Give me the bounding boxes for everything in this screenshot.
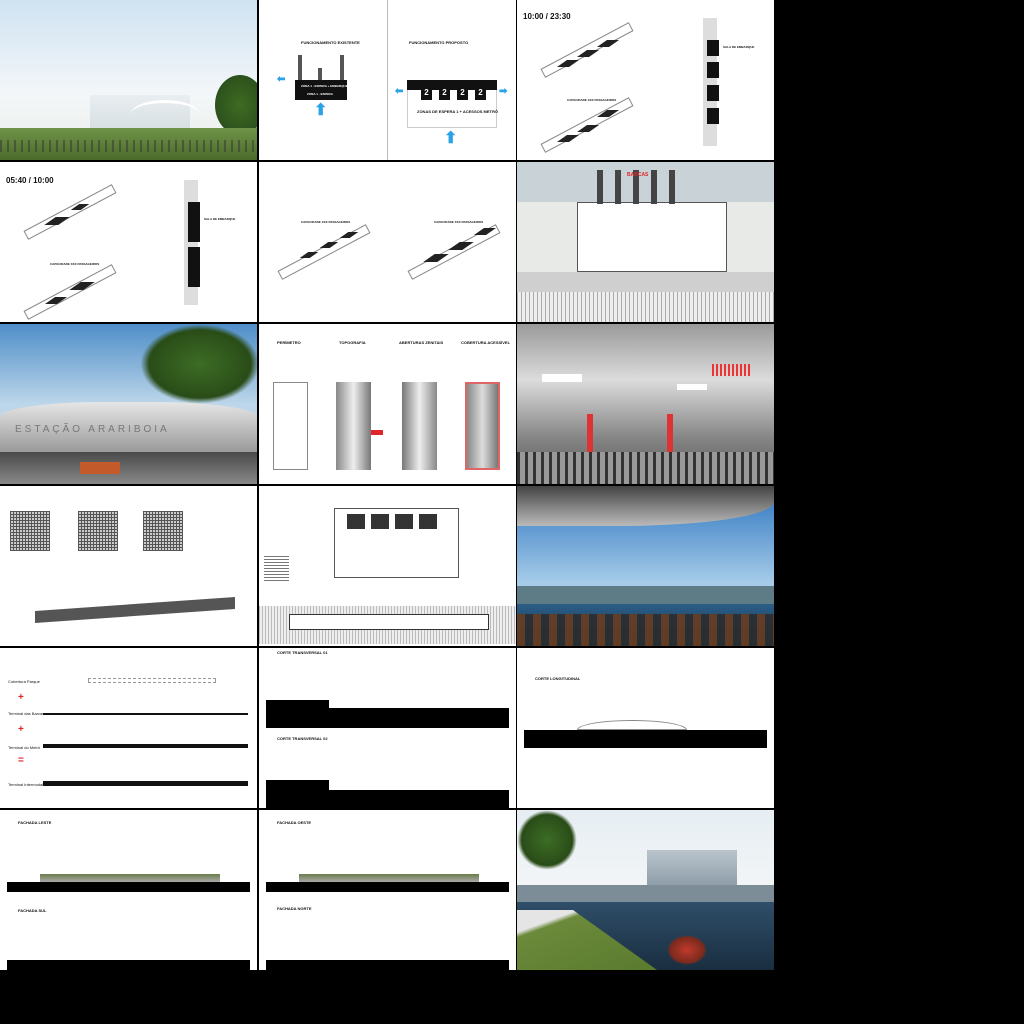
longitudinal-section[interactable]: CORTE LONGITUDINAL [517, 648, 774, 808]
render-interior[interactable] [517, 324, 774, 484]
zone-existing-2: ZONA 1 · ESPERA [307, 92, 333, 96]
render-waterfront-cafe[interactable] [517, 486, 774, 646]
entry-arrow-icon: ⬆ [314, 102, 328, 119]
detail-drawings[interactable] [0, 486, 257, 646]
floor-plan[interactable] [259, 486, 516, 646]
section-title: CORTE LONGITUDINAL [535, 676, 581, 681]
capacity-label: CAPACIDADE XXX PASSAGEIROS [301, 220, 351, 224]
layer-label: Terminal Intermodal [8, 782, 44, 787]
schedule-time: 05:40 / 10:00 [6, 176, 54, 185]
zone-2-d: 2 [475, 88, 486, 100]
concept-title: ABERTURAS ZENITAIS [399, 340, 444, 345]
layer-label: Cobertura Parque [8, 679, 40, 684]
layer-label: Terminal do Metrô [8, 745, 41, 750]
section-title: CORTE TRANSVERSAL 01 [277, 650, 328, 655]
elevation-title: FACHADA LESTE [18, 820, 52, 825]
station-sign: ESTAÇÃO ARARIBOIA [15, 424, 170, 435]
diagram-capacity[interactable]: CAPACIDADE XXX PASSAGEIROS CAPACIDADE XX… [259, 162, 516, 322]
zone-existing: ZONA 1 · ESPERA + EMBARQUE [301, 84, 348, 88]
capacity-label: CAPACIDADE XXX PASSAGEIROS [434, 220, 484, 224]
zone-2-c: 2 [457, 88, 468, 100]
label-existing: FUNCIONAMENTO EXISTENTE [301, 40, 360, 45]
concept-diagrams[interactable]: PERÍMETRO TOPOGRAFIA ABERTURAS ZENITAIS … [259, 324, 516, 484]
render-park-aerial[interactable] [0, 0, 257, 160]
elevations-east-south[interactable]: FACHADA LESTE FACHADA SUL [0, 810, 257, 970]
capacity-label: CAPACIDADE XXX PASSAGEIROS [567, 98, 617, 102]
exit-left-icon: ⬅ [395, 86, 404, 97]
equals-sign: = [18, 755, 24, 766]
diagram-flow[interactable]: FUNCIONAMENTO EXISTENTE ZONA 1 · ESPERA … [259, 0, 516, 160]
cross-sections[interactable]: CORTE TRANSVERSAL 01 CORTE TRANSVERSAL 0… [259, 648, 516, 808]
layer-label: Terminal das Barcas [8, 711, 45, 716]
site-plan[interactable]: BARCAS [517, 162, 774, 322]
layer-diagram[interactable]: Cobertura Parque + Terminal das Barcas +… [0, 648, 257, 808]
exit-arrow-icon: ⬅ [277, 74, 286, 85]
entry-arrow-icon: ⬆ [444, 130, 458, 147]
elevation-title: FACHADA OESTE [277, 820, 312, 825]
zone-2-a: 2 [421, 88, 432, 100]
render-waterfront-park[interactable] [517, 810, 774, 970]
concept-title: COBERTURA ACESSÍVEL [461, 340, 511, 345]
elevations-west-north[interactable]: FACHADA OESTE FACHADA NORTE [259, 810, 516, 970]
room-label: SALA DE EMBARQUE [723, 45, 755, 49]
room-label: SALA DE EMBARQUE [204, 217, 236, 221]
zone-label: ZONAS DE ESPERA 1 + ACESSOS METRÔ [417, 109, 498, 114]
section-title: CORTE TRANSVERSAL 02 [277, 736, 328, 741]
concept-title: TOPOGRAFIA [339, 340, 366, 345]
render-station-facade[interactable]: ESTAÇÃO ARARIBOIA [0, 324, 257, 484]
capacity-label: CAPACIDADE XXX PASSAGEIROS [50, 262, 100, 266]
diagram-schedule-morning[interactable]: 05:40 / 10:00 CAPACIDADE XXX PASSAGEIROS… [0, 162, 257, 322]
zone-2-b: 2 [439, 88, 450, 100]
barcas-label: BARCAS [627, 172, 649, 178]
schedule-time: 10:00 / 23:30 [523, 12, 571, 21]
plus-sign: + [18, 692, 24, 703]
concept-title: PERÍMETRO [277, 340, 301, 345]
diagram-schedule-evening[interactable]: 10:00 / 23:30 CAPACIDADE XXX PASSAGEIROS… [517, 0, 774, 160]
label-proposed: FUNCIONAMENTO PROPOSTO [409, 40, 469, 45]
elevation-title: FACHADA NORTE [277, 906, 312, 911]
elevation-title: FACHADA SUL [18, 908, 47, 913]
plus-sign: + [18, 724, 24, 735]
exit-right-icon: ➡ [499, 86, 508, 97]
